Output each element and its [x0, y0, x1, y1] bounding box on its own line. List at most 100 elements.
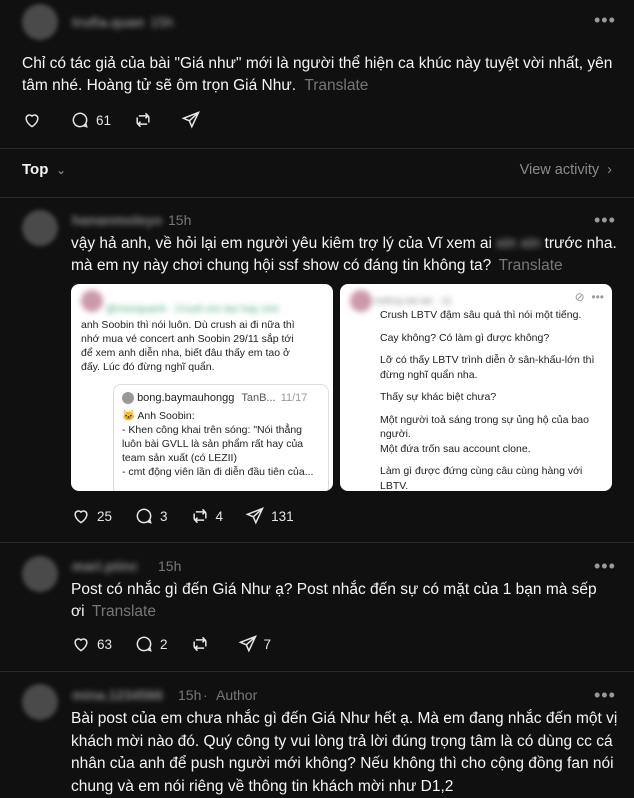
image-text-line: Cay không? Có làm gì được không? — [380, 331, 608, 346]
repost-count: 4 — [216, 509, 224, 524]
repost-button[interactable] — [190, 634, 216, 654]
share-button[interactable]: 7 — [238, 634, 272, 654]
more-options-icon[interactable]: ••• — [594, 210, 616, 231]
reply-actions: 63 2 7 — [71, 634, 293, 654]
image-text-line: để xem anh diễn nha, biết đâu thấy em ta… — [81, 346, 326, 360]
send-icon — [238, 634, 258, 654]
avatar[interactable] — [22, 4, 58, 40]
quoted-date: 11/17 — [281, 392, 308, 404]
more-options-icon[interactable]: ••• — [594, 10, 616, 31]
sort-dropdown[interactable]: Top ⌄ — [22, 161, 66, 178]
share-button[interactable]: 131 — [245, 506, 294, 526]
image-text-line: LBTV. — [380, 479, 608, 492]
quoted-post: bong.baymauhongg TanB... 11/17 🐱 Anh Soo… — [113, 384, 329, 491]
reply-text-line: chung và em nói riêng về thông tin khách… — [71, 776, 631, 798]
divider — [0, 148, 634, 149]
quoted-avatar — [122, 392, 134, 404]
share-count: 131 — [271, 509, 294, 524]
send-icon — [245, 506, 265, 526]
translate-link[interactable]: Translate — [499, 257, 563, 274]
username[interactable]: trufia.quan — [72, 14, 144, 30]
post-time: 15h — [150, 14, 173, 30]
image-text-line: người. — [380, 427, 608, 442]
reply-button[interactable]: 61 — [70, 110, 111, 130]
image-text-line: Một người toả sáng trong sự ủng hộ của b… — [380, 413, 608, 428]
reply-text-line: Bài post của em chưa nhắc gì đến Giá Như… — [71, 708, 631, 731]
reply-count: 3 — [160, 509, 168, 524]
image-text-line: anh Soobin thì nói luôn. Dù crush ai đi … — [81, 318, 326, 332]
divider — [0, 197, 634, 198]
post-text: Chỉ có tác giả của bài "Giá như" mới là … — [22, 53, 622, 97]
reply-text-line: Post có nhắc gì đến Giá Như ạ? Post nhắc… — [71, 579, 626, 601]
more-options-icon[interactable]: ••• — [594, 556, 616, 577]
icon-cluster: ⊘ ••• — [575, 290, 604, 304]
quoted-text-line: luôn bài GVLL là sản phẩm rất hay của — [122, 437, 322, 451]
reply-button[interactable]: 3 — [134, 506, 168, 526]
author-separator: · — [203, 687, 208, 703]
username[interactable]: mina.1234566 — [72, 687, 163, 703]
sort-label: Top — [22, 161, 48, 178]
reply-button[interactable]: 2 — [134, 634, 168, 654]
share-button[interactable] — [181, 110, 207, 130]
reply-count: 2 — [160, 637, 168, 652]
like-button[interactable] — [22, 110, 48, 130]
quoted-text-line: team sản xuất (có LEZII) — [122, 451, 322, 465]
comment-icon — [134, 634, 154, 654]
attached-image[interactable]: tuthoy.tat.tat · 11 ⊘ ••• Crush LBTV đậm… — [340, 284, 612, 491]
avatar[interactable] — [22, 210, 58, 246]
username[interactable]: mari.piinc — [72, 558, 138, 574]
comment-icon — [134, 506, 154, 526]
avatar[interactable] — [22, 556, 58, 592]
like-button[interactable]: 25 — [71, 506, 112, 526]
quoted-text-line: - cmt động viên lần đi diễn đầu tiên của… — [122, 465, 322, 479]
quoted-header: bong.baymauhongg TanB... 11/17 — [122, 391, 307, 405]
image-text-line: Thấy sự khác biệt chưa? — [380, 390, 608, 405]
reply-text-line-end: trước nha. — [545, 235, 617, 252]
cat-emoji-icon: 🐱 — [122, 410, 135, 422]
blurred-header: @meoquanh · Crush em tao hay cmt — [81, 290, 321, 320]
heart-icon — [71, 506, 91, 526]
repost-icon — [133, 110, 153, 130]
image-text-line: Một đứa trốn sau account clone. — [380, 442, 608, 457]
attached-image[interactable]: @meoquanh · Crush em tao hay cmt anh Soo… — [71, 284, 333, 491]
heart-icon — [71, 634, 91, 654]
image-text: Crush LBTV đậm sâu quá thì nói một tiếng… — [380, 308, 608, 491]
avatar[interactable] — [22, 684, 58, 720]
reply-text-line: nhân của anh để push người mới không? Nế… — [71, 753, 631, 776]
reply-text: vậy hả anh, về hỏi lại em người yêu kiêm… — [71, 233, 626, 277]
share-count: 7 — [264, 637, 272, 652]
repost-icon — [190, 506, 210, 526]
view-activity-label: View activity — [520, 162, 600, 178]
reply-count: 61 — [96, 113, 111, 128]
translate-link[interactable]: Translate — [92, 603, 156, 620]
post-time: 15h — [158, 558, 181, 574]
like-button[interactable]: 63 — [71, 634, 112, 654]
like-count: 63 — [97, 637, 112, 652]
post-text-line: Chỉ có tác giả của bài "Giá như" mới là … — [22, 53, 622, 75]
post-actions: 61 — [22, 110, 229, 130]
repost-button[interactable]: 4 — [190, 506, 224, 526]
reply-text: Bài post của em chưa nhắc gì đến Giá Như… — [71, 708, 631, 798]
post-text-line: tâm nhé. Hoàng tử sẽ ôm trọn Giá Như. — [22, 77, 296, 94]
divider — [0, 542, 634, 543]
reply-text-line: khách mời nào đó. Quý công ty vui lòng t… — [71, 731, 631, 754]
reply-text-line: vậy hả anh, về hỏi lại em người yêu kiêm… — [71, 235, 492, 252]
quoted-text-line: Anh Soobin: — [137, 410, 194, 422]
repost-icon — [190, 634, 210, 654]
quoted-mention: TanB... — [241, 392, 275, 404]
username[interactable]: hananmoleyo — [72, 212, 162, 228]
view-activity-link[interactable]: View activity › — [520, 162, 612, 178]
divider — [0, 671, 634, 672]
post-time: 15h — [178, 687, 201, 703]
post-time: 15h — [168, 212, 191, 228]
chevron-down-icon: ⌄ — [57, 165, 66, 177]
repost-button[interactable] — [133, 110, 159, 130]
blurred-text: xin xin — [496, 235, 540, 252]
author-tag: Author — [216, 687, 257, 703]
reply-text-line: ơi — [71, 603, 85, 620]
image-text-line: Làm gì được đứng cùng câu cùng hàng với — [380, 464, 608, 479]
image-text: anh Soobin thì nói luôn. Dù crush ai đi … — [81, 318, 326, 374]
translate-link[interactable]: Translate — [304, 77, 368, 94]
send-icon — [181, 110, 201, 130]
more-options-icon[interactable]: ••• — [594, 685, 616, 706]
